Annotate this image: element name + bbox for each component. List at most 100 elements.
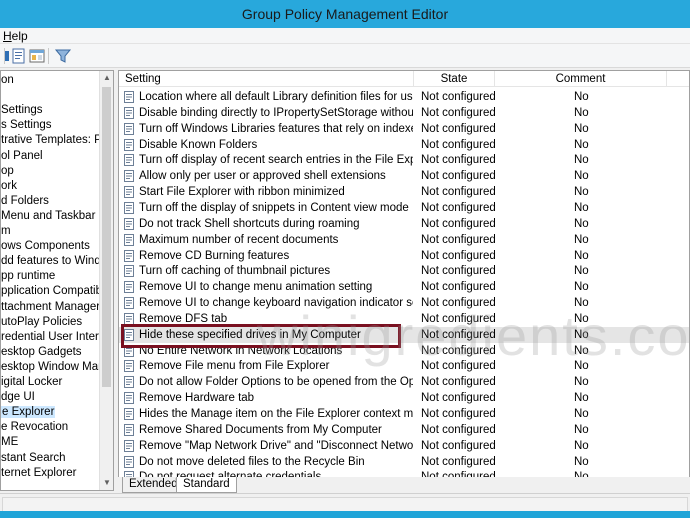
- comment-cell: No: [574, 170, 589, 183]
- tree-item[interactable]: ME: [1, 435, 18, 450]
- table-row[interactable]: Do not move deleted files to the Recycle…: [119, 454, 689, 470]
- table-row[interactable]: Turn off display of recent search entrie…: [119, 152, 689, 168]
- properties-icon[interactable]: [10, 47, 28, 65]
- table-row[interactable]: Do not allow Folder Options to be opened…: [119, 374, 689, 390]
- tree-item[interactable]: Settings: [1, 103, 43, 118]
- show-hide-pane-icon[interactable]: [28, 47, 46, 65]
- table-row[interactable]: Remove Shared Documents from My Computer…: [119, 422, 689, 438]
- tree-item-label: ME: [1, 436, 19, 449]
- tree-item[interactable]: dd features to Windows: [1, 254, 113, 269]
- setting-cell: Turn off display of recent search entrie…: [139, 154, 413, 167]
- policy-setting-icon: [123, 186, 135, 199]
- table-row[interactable]: Disable Known Folders Not configured No: [119, 137, 689, 153]
- setting-cell: Do not move deleted files to the Recycle…: [139, 455, 365, 468]
- table-row[interactable]: Hides the Manage item on the File Explor…: [119, 406, 689, 422]
- tree-item[interactable]: m: [1, 224, 11, 239]
- tree-item-label: m: [1, 225, 11, 237]
- setting-cell: Do not track Shell shortcuts during roam…: [139, 217, 360, 230]
- setting-cell: Remove CD Burning features: [139, 249, 290, 262]
- tree-item-label: redential User Interface: [1, 330, 114, 343]
- comment-cell: No: [574, 423, 589, 436]
- tree-item[interactable]: pp runtime: [1, 269, 55, 284]
- table-row[interactable]: Do not track Shell shortcuts during roam…: [119, 216, 689, 232]
- status-text: [2, 497, 688, 512]
- table-row[interactable]: Remove UI to change menu animation setti…: [119, 279, 689, 295]
- tree-item[interactable]: ternet Explorer: [1, 466, 76, 481]
- table-row[interactable]: Remove CD Burning features Not configured…: [119, 248, 689, 264]
- comment-cell: No: [574, 91, 589, 103]
- tree-scrollbar[interactable]: ▲ ▼: [99, 71, 113, 490]
- tree-item[interactable]: ows Components: [1, 239, 90, 254]
- comment-cell: No: [574, 439, 589, 452]
- table-row[interactable]: Disable binding directly to IPropertySet…: [119, 105, 689, 121]
- column-setting[interactable]: Setting: [119, 71, 414, 87]
- setting-cell: Turn off the display of snippets in Cont…: [139, 201, 409, 214]
- tree-item-label: d Folders: [1, 194, 49, 207]
- policy-setting-icon: [123, 233, 135, 246]
- comment-cell: No: [574, 249, 589, 262]
- setting-cell: Location where all default Library defin…: [139, 91, 413, 103]
- table-row[interactable]: Turn off the display of snippets in Cont…: [119, 200, 689, 216]
- table-row[interactable]: Maximum number of recent documents Not co…: [119, 232, 689, 248]
- comment-cell: No: [574, 265, 589, 278]
- tree-item-label: Menu and Taskbar: [1, 209, 96, 222]
- policy-setting-icon: [123, 265, 135, 278]
- policy-setting-icon: [123, 201, 135, 214]
- scroll-thumb[interactable]: [102, 87, 111, 387]
- table-row[interactable]: Remove "Map Network Drive" and "Disconne…: [119, 438, 689, 454]
- column-state[interactable]: State: [414, 71, 495, 87]
- tree-item[interactable]: dge UI: [1, 390, 35, 405]
- setting-cell: Remove "Map Network Drive" and "Disconne…: [139, 439, 413, 452]
- setting-cell: Remove Shared Documents from My Computer: [139, 423, 382, 436]
- tree-item[interactable]: e Revocation: [1, 420, 68, 435]
- menu-bar: Help: [0, 28, 690, 44]
- state-cell: Not configured: [421, 106, 496, 119]
- tree-item[interactable]: trative Templates: Policy: [1, 133, 113, 148]
- state-cell: Not configured: [421, 439, 496, 452]
- table-row[interactable]: Turn off caching of thumbnail pictures No…: [119, 263, 689, 279]
- filter-icon[interactable]: [54, 47, 72, 65]
- tree-item-label: ternet Explorer: [1, 466, 77, 479]
- setting-cell: Remove UI to change menu animation setti…: [139, 281, 373, 294]
- column-comment[interactable]: Comment: [495, 71, 667, 87]
- setting-cell: Disable binding directly to IPropertySet…: [139, 106, 413, 119]
- tree-item[interactable]: esktop Gadgets: [1, 345, 82, 360]
- tree-item[interactable]: ttachment Manager: [1, 300, 100, 315]
- tree-item[interactable]: pplication Compatibilit: [1, 284, 113, 299]
- table-row[interactable]: Allow only per user or approved shell ex…: [119, 168, 689, 184]
- tab-standard[interactable]: Standard: [176, 477, 237, 493]
- tree-item[interactable]: on: [1, 73, 14, 88]
- scroll-down-icon[interactable]: ▼: [100, 476, 113, 490]
- tree-item[interactable]: stant Search: [1, 451, 66, 466]
- tree-item[interactable]: ork: [1, 179, 17, 194]
- tree-item[interactable]: s Settings: [1, 118, 52, 133]
- state-cell: Not configured: [421, 170, 496, 183]
- table-row[interactable]: Turn off Windows Libraries features that…: [119, 121, 689, 137]
- tree-item[interactable]: utoPlay Policies: [1, 315, 82, 330]
- menu-help[interactable]: Help: [3, 29, 28, 43]
- table-row[interactable]: Location where all default Library defin…: [119, 89, 689, 105]
- tree-item[interactable]: redential User Interface: [1, 330, 114, 345]
- scroll-up-icon[interactable]: ▲: [100, 71, 113, 85]
- tree-item[interactable]: Menu and Taskbar: [1, 209, 95, 224]
- tree-item[interactable]: d Folders: [1, 194, 49, 209]
- table-row[interactable]: Start File Explorer with ribbon minimize…: [119, 184, 689, 200]
- tree-item[interactable]: e Explorer: [1, 405, 56, 420]
- tree-item[interactable]: ol Panel: [1, 149, 43, 164]
- policy-setting-icon: [123, 439, 135, 452]
- setting-cell: Turn off caching of thumbnail pictures: [139, 265, 331, 278]
- comment-cell: No: [574, 281, 589, 294]
- tree-item[interactable]: esktop Window Manag: [1, 360, 113, 375]
- tree-item[interactable]: igital Locker: [1, 375, 62, 390]
- state-cell: Not configured: [421, 455, 496, 468]
- toolbar: [0, 44, 690, 68]
- tree-item[interactable]: op: [1, 164, 14, 179]
- setting-cell: Do not allow Folder Options to be opened…: [139, 376, 413, 389]
- state-cell: Not configured: [421, 423, 496, 436]
- policy-setting-icon: [123, 423, 135, 436]
- tree-item-label: esktop Gadgets: [1, 345, 82, 358]
- state-cell: Not configured: [421, 217, 496, 230]
- policy-setting-icon: [123, 376, 135, 389]
- policy-setting-icon: [123, 138, 135, 151]
- table-row[interactable]: Remove Hardware tab Not configured No: [119, 390, 689, 406]
